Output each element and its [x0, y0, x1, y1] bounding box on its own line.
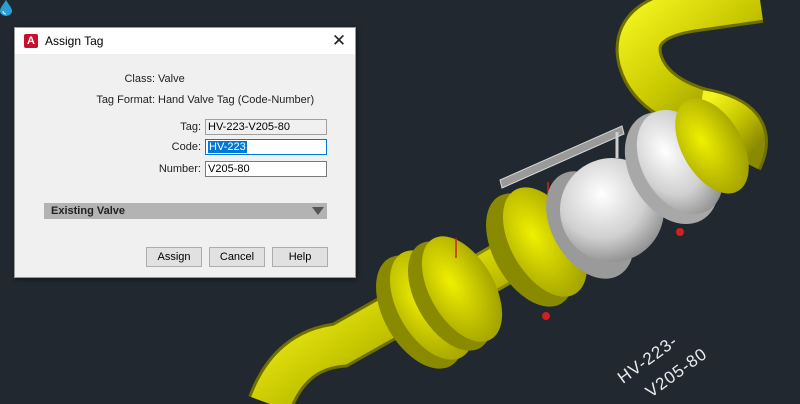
dialog-title: Assign Tag	[45, 34, 104, 48]
close-button[interactable]: ✕	[323, 28, 355, 54]
tag-field: HV-223-V205-80	[205, 119, 327, 135]
number-label: Number:	[158, 163, 201, 175]
tag-label: Tag:	[180, 121, 201, 133]
dialog-titlebar[interactable]: A Assign Tag ✕	[15, 28, 355, 54]
code-field-selected-text: HV-223	[208, 141, 247, 153]
code-label: Code:	[171, 141, 201, 153]
autocad-plant-icon: A	[24, 34, 38, 48]
close-icon: ✕	[331, 31, 347, 50]
existing-valve-section[interactable]: Existing Valve	[44, 203, 327, 219]
tag-format-value: Hand Valve Tag (Code-Number)	[158, 94, 315, 106]
number-field[interactable]: V205-80	[205, 161, 327, 177]
code-field[interactable]: HV-223	[205, 139, 327, 155]
chevron-down-icon[interactable]	[312, 207, 324, 215]
class-label: Class:	[124, 73, 155, 85]
assign-button[interactable]: Assign	[146, 247, 202, 267]
class-value: Valve	[158, 73, 185, 85]
cancel-button[interactable]: Cancel	[209, 247, 265, 267]
tag-format-label: Tag Format:	[96, 94, 155, 106]
assign-tag-dialog: A Assign Tag ✕ Class: Valve Tag Format: …	[14, 27, 356, 278]
water-drop-icon[interactable]	[0, 0, 12, 16]
section-title: Existing Valve	[51, 205, 125, 217]
help-button[interactable]: Help	[272, 247, 328, 267]
